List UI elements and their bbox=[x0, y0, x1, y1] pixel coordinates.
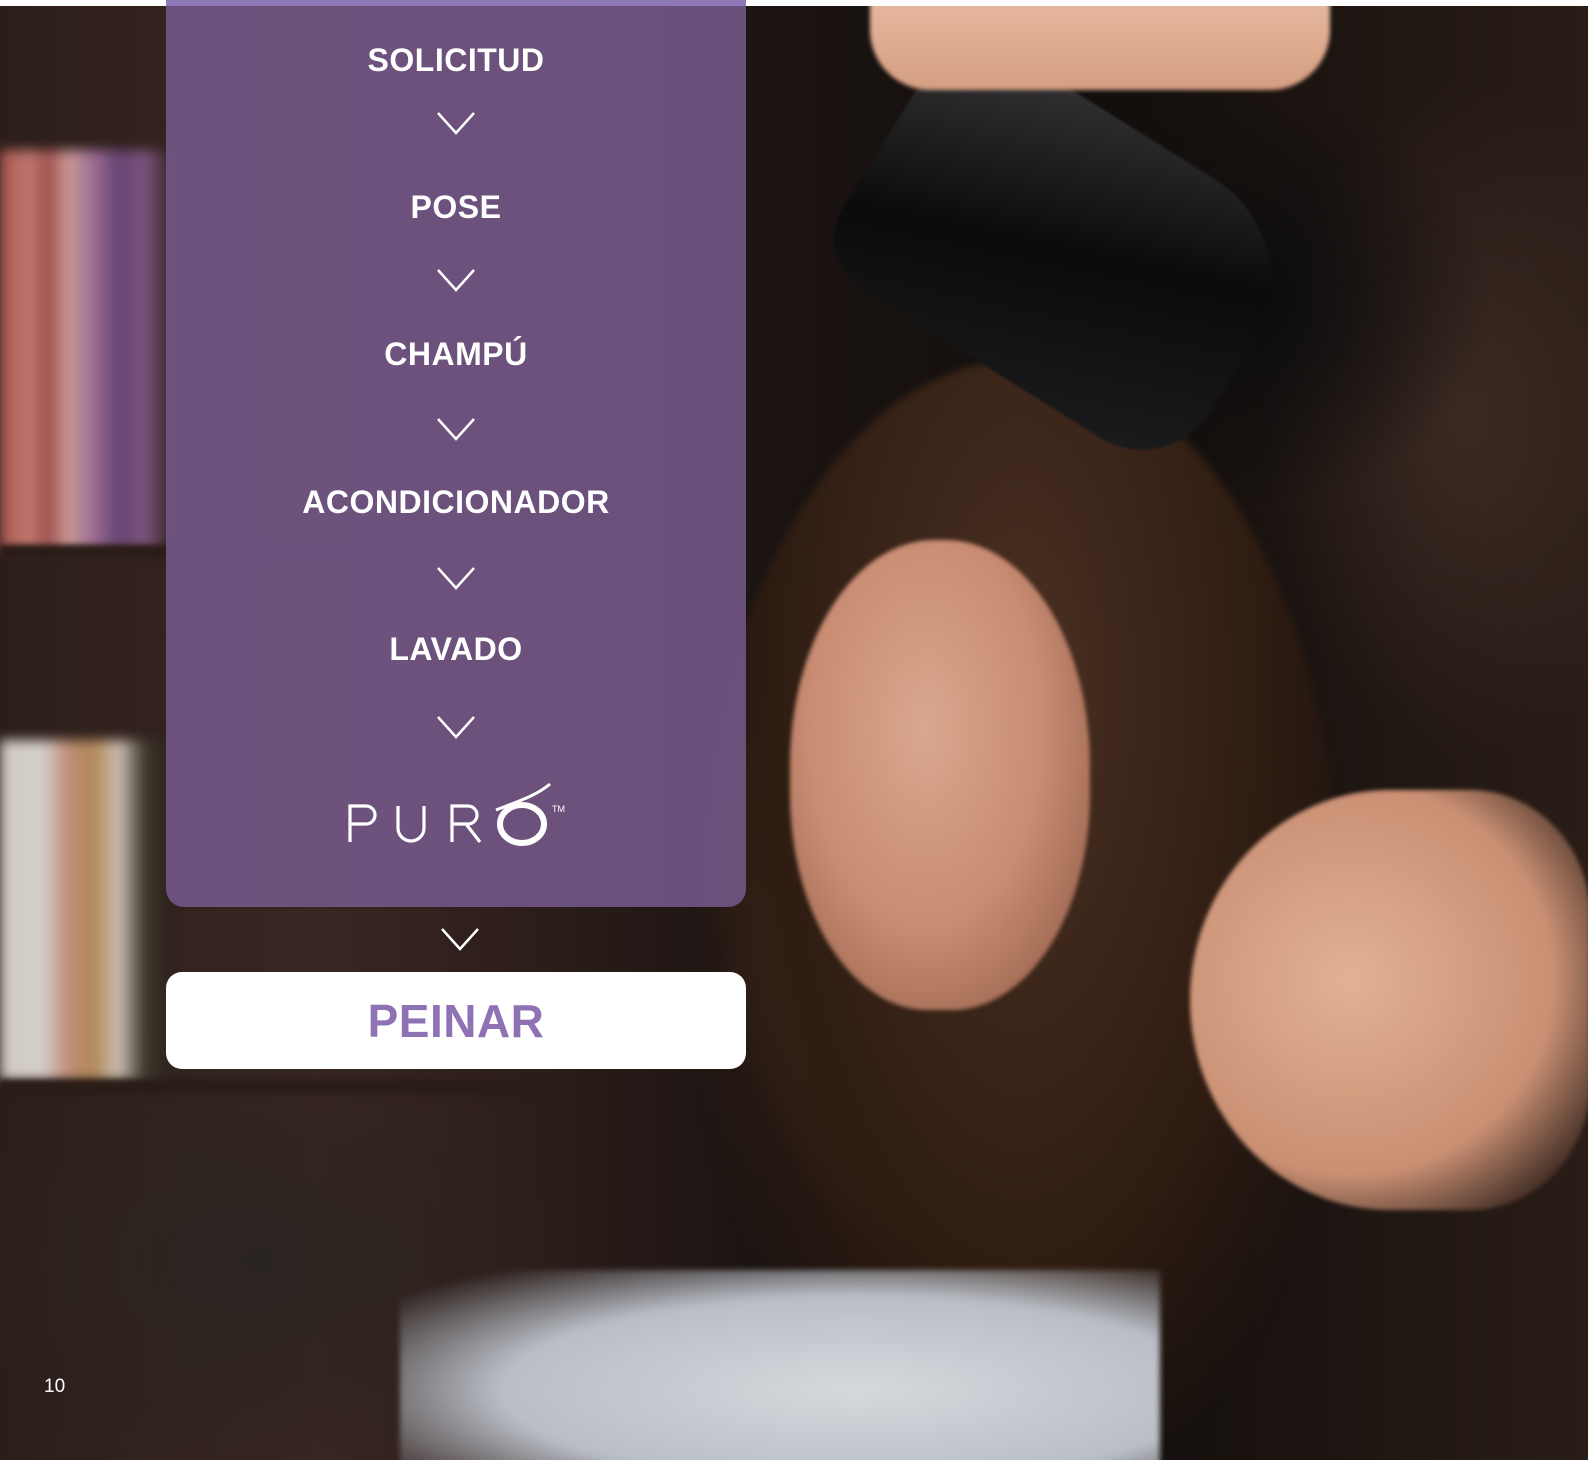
step-lavado: LAVADO bbox=[389, 631, 523, 667]
puro-logo: TM bbox=[166, 780, 746, 860]
brochure-page: SOLICITUD POSE CHAMPÚ ACONDICIONADOR LAV… bbox=[0, 0, 1588, 1460]
stylist-hand-right bbox=[1190, 790, 1588, 1210]
page-number: 10 bbox=[44, 1376, 66, 1397]
chevron-down-icon bbox=[436, 416, 476, 442]
panel-top-accent bbox=[166, 0, 746, 6]
chevron-down-icon bbox=[436, 565, 476, 591]
chevron-down-icon bbox=[436, 714, 476, 740]
chevron-down-icon bbox=[440, 926, 480, 952]
step-champu: CHAMPÚ bbox=[384, 336, 528, 372]
process-flow-panel: SOLICITUD POSE CHAMPÚ ACONDICIONADOR LAV… bbox=[166, 0, 746, 907]
model-shirt bbox=[400, 1270, 1160, 1460]
blurred-product-bottles-lower bbox=[0, 740, 170, 1080]
chevron-down-icon bbox=[436, 110, 476, 136]
step-acondicionador: ACONDICIONADOR bbox=[302, 484, 610, 520]
step-peinar: PEINAR bbox=[367, 994, 545, 1047]
model-face bbox=[790, 540, 1090, 1010]
shelf-edge bbox=[0, 1080, 560, 1094]
final-step-box: PEINAR bbox=[166, 972, 746, 1069]
svg-text:TM: TM bbox=[552, 804, 565, 814]
step-pose: POSE bbox=[410, 189, 502, 225]
step-solicitud: SOLICITUD bbox=[367, 42, 545, 78]
stylist-hand-top bbox=[870, 0, 1330, 90]
chevron-down-icon bbox=[436, 267, 476, 293]
blurred-product-bottles-upper bbox=[0, 150, 170, 550]
